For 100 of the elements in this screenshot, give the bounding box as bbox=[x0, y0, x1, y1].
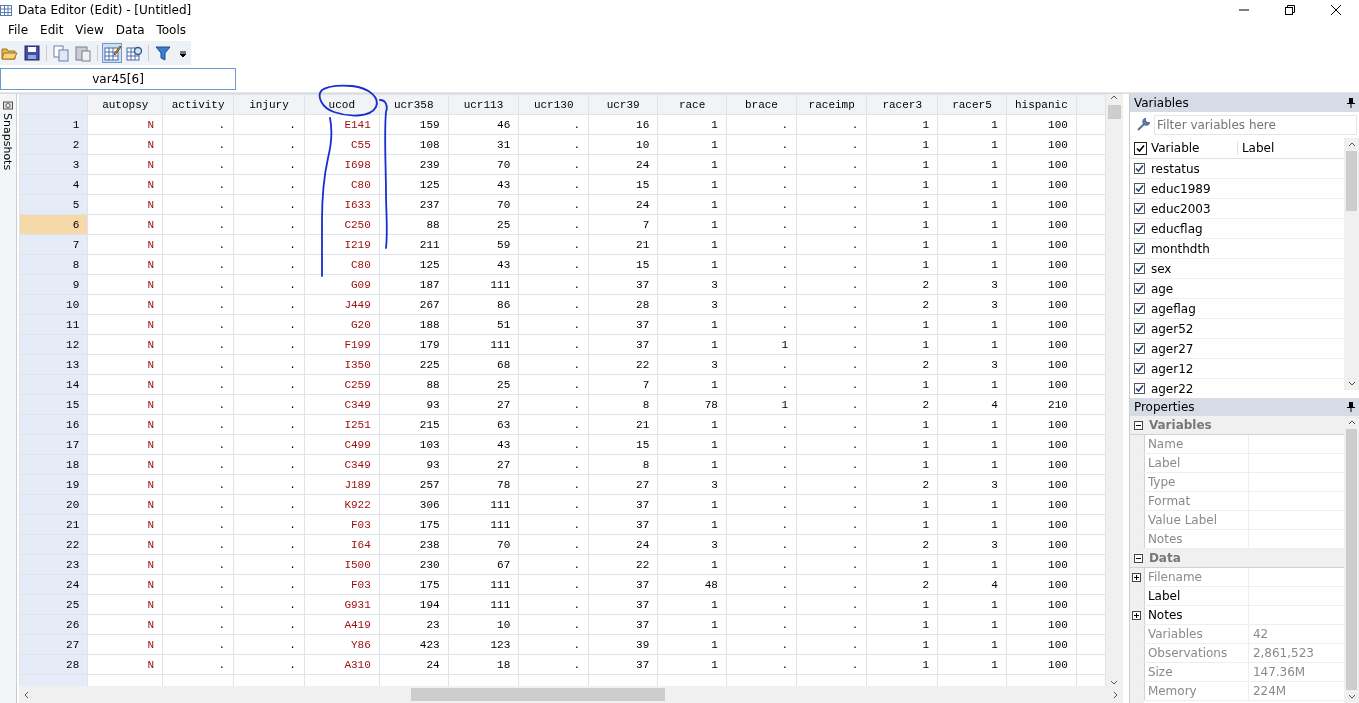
variable-name[interactable]: age bbox=[1150, 281, 1174, 296]
checkbox[interactable] bbox=[1133, 163, 1145, 174]
row-number[interactable]: 28 bbox=[19, 654, 88, 675]
pin-icon[interactable] bbox=[1347, 98, 1355, 108]
column-header[interactable]: raceimp bbox=[796, 94, 867, 115]
row-number[interactable]: 1 bbox=[19, 114, 88, 135]
row-number[interactable]: 17 bbox=[19, 434, 88, 455]
checkbox[interactable] bbox=[1133, 383, 1145, 394]
collapse-icon[interactable] bbox=[1133, 553, 1143, 563]
column-header[interactable]: racer3 bbox=[866, 94, 938, 115]
column-header[interactable]: autopsy bbox=[87, 94, 163, 115]
column-header[interactable]: ucr39 bbox=[588, 94, 658, 115]
checkbox[interactable] bbox=[1133, 303, 1145, 314]
edit-tool-button[interactable] bbox=[102, 43, 122, 63]
row-number[interactable]: 8 bbox=[19, 254, 88, 275]
row-number[interactable]: 12 bbox=[19, 334, 88, 355]
expand-icon[interactable] bbox=[1132, 610, 1142, 620]
row-number[interactable]: 16 bbox=[19, 414, 88, 435]
close-button[interactable] bbox=[1331, 5, 1341, 15]
scroll-down-icon[interactable] bbox=[1347, 692, 1356, 700]
menu-item[interactable]: File bbox=[2, 23, 35, 37]
copy-tool-button[interactable] bbox=[51, 43, 71, 63]
checkbox[interactable] bbox=[1133, 183, 1145, 194]
column-header[interactable]: Label bbox=[1237, 141, 1275, 155]
variable-name[interactable]: sex bbox=[1150, 261, 1172, 276]
column-header[interactable]: activity bbox=[162, 94, 234, 115]
row-number[interactable]: 21 bbox=[19, 514, 88, 535]
save-tool-button[interactable] bbox=[22, 43, 42, 63]
scroll-down-icon[interactable] bbox=[1347, 379, 1356, 387]
row-number[interactable]: 10 bbox=[19, 294, 88, 315]
column-header[interactable]: hispanic bbox=[1006, 94, 1077, 115]
checkbox[interactable] bbox=[1133, 243, 1145, 254]
row-number[interactable]: 2 bbox=[19, 134, 88, 155]
vertical-scrollbar[interactable] bbox=[1344, 138, 1359, 390]
checkbox[interactable] bbox=[1133, 343, 1145, 354]
scroll-down-icon[interactable] bbox=[1110, 678, 1119, 686]
row-number[interactable]: 11 bbox=[19, 314, 88, 335]
column-header[interactable]: race bbox=[657, 94, 727, 115]
scroll-thumb[interactable] bbox=[1107, 105, 1121, 119]
menu-item[interactable]: Data bbox=[109, 23, 151, 37]
column-header[interactable]: racer5 bbox=[937, 94, 1007, 115]
vertical-scrollbar[interactable] bbox=[1344, 416, 1359, 703]
row-number[interactable]: 9 bbox=[19, 274, 88, 295]
menu-item[interactable]: Edit bbox=[34, 23, 70, 37]
scroll-up-icon[interactable] bbox=[1347, 419, 1356, 427]
row-number[interactable]: 14 bbox=[19, 374, 88, 395]
cell-reference-field[interactable]: var45[6] bbox=[0, 68, 236, 90]
column-header[interactable]: ucr358 bbox=[379, 94, 449, 115]
horizontal-scrollbar[interactable] bbox=[18, 686, 1123, 703]
row-number[interactable]: 7 bbox=[19, 234, 88, 255]
checkbox[interactable] bbox=[1133, 363, 1145, 374]
checkbox[interactable] bbox=[1133, 203, 1145, 214]
variable-name[interactable]: educ2003 bbox=[1150, 201, 1211, 216]
variable-name[interactable]: ageflag bbox=[1150, 301, 1196, 316]
row-number[interactable]: 24 bbox=[19, 574, 88, 595]
row-number[interactable]: 6 bbox=[19, 214, 88, 235]
variable-name[interactable]: educ1989 bbox=[1150, 181, 1211, 196]
row-number[interactable]: 15 bbox=[19, 394, 88, 415]
variable-name[interactable]: ager22 bbox=[1150, 381, 1194, 396]
column-header[interactable]: ucr130 bbox=[518, 94, 589, 115]
scroll-thumb[interactable] bbox=[1346, 429, 1357, 690]
row-number[interactable]: 5 bbox=[19, 194, 88, 215]
checkbox[interactable] bbox=[1133, 323, 1145, 334]
scroll-up-icon[interactable] bbox=[1347, 141, 1356, 149]
row-number[interactable]: 13 bbox=[19, 354, 88, 375]
column-header[interactable]: injury bbox=[233, 94, 305, 115]
row-number[interactable]: 18 bbox=[19, 454, 88, 475]
column-header[interactable]: brace bbox=[726, 94, 797, 115]
variable-name[interactable]: ager27 bbox=[1150, 341, 1194, 356]
snapshots-tab[interactable]: Snapshots bbox=[1, 113, 15, 171]
column-header[interactable]: Variable bbox=[1146, 141, 1238, 155]
checkbox[interactable] bbox=[1133, 223, 1145, 234]
collapse-icon[interactable] bbox=[1133, 420, 1143, 430]
scroll-up-icon[interactable] bbox=[1110, 94, 1119, 102]
scroll-left-icon[interactable] bbox=[22, 690, 31, 699]
scroll-thumb[interactable] bbox=[410, 688, 665, 701]
checkbox[interactable] bbox=[1133, 283, 1145, 294]
row-number[interactable]: 22 bbox=[19, 534, 88, 555]
pin-icon[interactable] bbox=[1347, 402, 1355, 412]
column-header[interactable]: ucod bbox=[304, 94, 380, 115]
checkbox[interactable] bbox=[1133, 263, 1145, 274]
row-number[interactable]: 19 bbox=[19, 474, 88, 495]
checkbox[interactable] bbox=[1133, 141, 1147, 155]
menu-item[interactable]: View bbox=[69, 23, 110, 37]
variable-name[interactable]: ager12 bbox=[1150, 361, 1194, 376]
scroll-thumb[interactable] bbox=[1346, 151, 1357, 211]
menu-item[interactable]: Tools bbox=[150, 23, 193, 37]
row-number[interactable]: 27 bbox=[19, 634, 88, 655]
filter-field[interactable]: Filter variables here bbox=[1153, 115, 1357, 135]
variable-name[interactable]: monthdth bbox=[1150, 241, 1210, 256]
overflow-icon[interactable] bbox=[179, 48, 187, 58]
variable-name[interactable]: restatus bbox=[1150, 161, 1200, 176]
variable-name[interactable]: educflag bbox=[1150, 221, 1203, 236]
row-number[interactable]: 23 bbox=[19, 554, 88, 575]
variable-name[interactable]: ager52 bbox=[1150, 321, 1194, 336]
row-number[interactable]: 20 bbox=[19, 494, 88, 515]
row-number[interactable]: 3 bbox=[19, 154, 88, 175]
row-number[interactable]: 25 bbox=[19, 594, 88, 615]
row-number[interactable]: 4 bbox=[19, 174, 88, 195]
filter-tool-button[interactable] bbox=[153, 43, 173, 63]
